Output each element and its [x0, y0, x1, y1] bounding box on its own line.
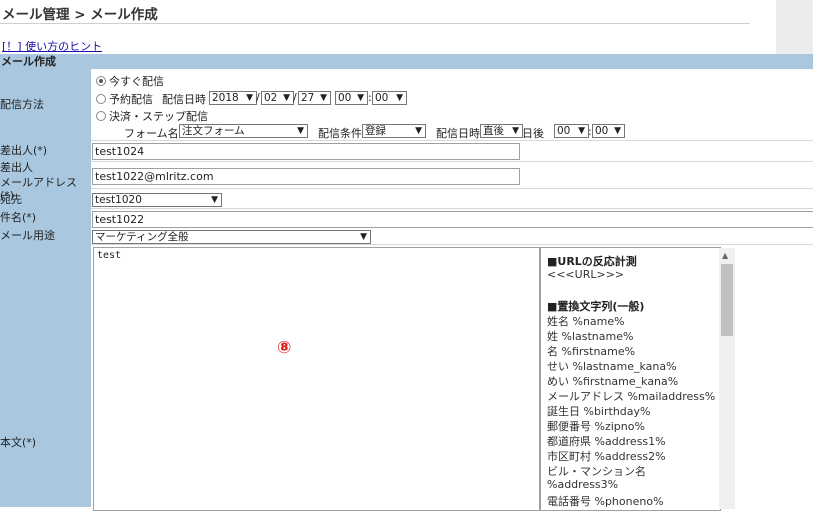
- scroll-thumb[interactable]: [721, 264, 733, 336]
- sender-label: 差出人(*): [0, 144, 48, 157]
- panel-line: ビル・マンション名: [547, 465, 646, 478]
- row-divider: [91, 208, 813, 209]
- radio-now[interactable]: [96, 76, 106, 86]
- panel-scrollbar[interactable]: ▲: [719, 248, 735, 509]
- recipient-label: 宛先: [0, 193, 22, 206]
- purpose-label: メール用途: [0, 229, 55, 242]
- date-separator: /: [293, 91, 297, 104]
- days-after-label: 日後: [522, 127, 544, 140]
- annotation-marker: ⑧: [277, 338, 292, 358]
- delivery-option-now-label: 今すぐ配信: [109, 75, 164, 88]
- usage-hint-link[interactable]: [！] 使い方のヒント: [2, 38, 102, 54]
- month-select-value: 02: [264, 92, 278, 104]
- minute-select-value: 00: [375, 92, 389, 104]
- panel-line: せい %lastname_kana%: [547, 360, 677, 373]
- day-select[interactable]: 27 ▼: [298, 91, 331, 105]
- chevron-down-icon: ▼: [512, 126, 519, 136]
- step-time-label: 配信日時: [436, 127, 480, 140]
- recipient-select-value: test1020: [95, 194, 142, 206]
- step-hour-select[interactable]: 00 ▼: [554, 124, 589, 138]
- body-label: 本文(*): [0, 436, 37, 449]
- panel-line: 姓 %lastname%: [547, 330, 634, 343]
- panel-line: めい %firstname_kana%: [547, 375, 679, 388]
- radio-step[interactable]: [96, 111, 106, 121]
- chevron-down-icon: ▼: [360, 232, 367, 242]
- year-select-value: 2018: [212, 92, 239, 104]
- hour-select-value: 00: [338, 92, 352, 104]
- chevron-down-icon: ▼: [320, 93, 327, 103]
- step-minute-select-value: 00: [595, 125, 609, 137]
- step-time-select[interactable]: 直後 ▼: [480, 124, 523, 138]
- condition-label: 配信条件: [318, 127, 362, 140]
- body-textarea[interactable]: test ⑧: [93, 247, 540, 511]
- subject-label: 件名(*): [0, 211, 37, 224]
- row-divider: [91, 244, 813, 245]
- delivery-option-scheduled-label: 予約配信: [109, 93, 153, 106]
- panel-line: 都道府県 %address1%: [547, 435, 666, 448]
- delivery-option-step[interactable]: 決済・ステップ配信: [96, 108, 208, 124]
- delivery-method-label: 配信方法: [0, 98, 44, 111]
- chevron-down-icon: ▼: [396, 93, 403, 103]
- chevron-down-icon: ▼: [297, 126, 304, 136]
- panel-heading: ■置換文字列(一般): [547, 300, 645, 313]
- right-gutter: [776, 0, 813, 54]
- step-hour-select-value: 00: [557, 125, 571, 137]
- day-select-value: 27: [301, 92, 315, 104]
- form-name-label: フォーム名: [124, 127, 179, 140]
- panel-line: 誕生日 %birthday%: [547, 405, 651, 418]
- section-header: メール作成: [0, 54, 813, 69]
- condition-select[interactable]: 登録 ▼: [362, 124, 426, 138]
- panel-line: %address3%: [547, 478, 619, 491]
- label-column: 配信方法 差出人(*) 差出人 メールアドレス(*) 宛先 件名(*) メール用…: [0, 69, 91, 507]
- panel-heading: ■URLの反応計測: [547, 255, 637, 268]
- chevron-down-icon: ▼: [357, 93, 364, 103]
- delivery-option-now[interactable]: 今すぐ配信: [96, 73, 164, 89]
- year-select[interactable]: 2018 ▼: [209, 91, 257, 105]
- panel-line: 市区町村 %address2%: [547, 450, 666, 463]
- delivery-option-scheduled[interactable]: 予約配信: [96, 91, 153, 107]
- row-divider: [91, 188, 813, 189]
- panel-line: <<<URL>>>: [547, 268, 625, 281]
- row-divider: [91, 161, 813, 162]
- scroll-up-arrow-icon[interactable]: ▲: [722, 251, 728, 260]
- title-divider: [0, 23, 750, 24]
- form-name-select-value: 注文フォーム: [182, 125, 245, 137]
- panel-line: メールアドレス %mailaddress%: [547, 390, 716, 403]
- section-title: メール作成: [1, 55, 56, 68]
- body-text: test: [97, 250, 122, 261]
- radio-scheduled[interactable]: [96, 94, 106, 104]
- chevron-down-icon: ▼: [283, 93, 290, 103]
- purpose-select-value: マーケティング全般: [95, 231, 189, 243]
- step-minute-select[interactable]: 00 ▼: [592, 124, 625, 138]
- delivery-option-step-label: 決済・ステップ配信: [109, 110, 208, 123]
- minute-select[interactable]: 00 ▼: [372, 91, 407, 105]
- chevron-down-icon: ▼: [246, 93, 253, 103]
- step-time-select-value: 直後: [483, 125, 504, 137]
- page-title: メール管理 > メール作成: [2, 7, 158, 23]
- panel-line: 郵便番号 %zipno%: [547, 420, 645, 433]
- chevron-down-icon: ▼: [211, 195, 218, 205]
- panel-line: 姓名 %name%: [547, 315, 625, 328]
- hour-select[interactable]: 00 ▼: [335, 91, 368, 105]
- chevron-down-icon: ▼: [578, 126, 585, 136]
- schedule-datetime-label: 配信日時: [162, 93, 206, 106]
- panel-line: 名 %firstname%: [547, 345, 636, 358]
- purpose-select[interactable]: マーケティング全般 ▼: [92, 230, 371, 244]
- sender-address-label-line1: 差出人: [0, 161, 33, 174]
- recipient-select[interactable]: test1020 ▼: [92, 193, 222, 207]
- form-name-select[interactable]: 注文フォーム ▼: [179, 124, 308, 138]
- chevron-down-icon: ▼: [415, 126, 422, 136]
- month-select[interactable]: 02 ▼: [261, 91, 294, 105]
- condition-select-value: 登録: [365, 125, 386, 137]
- subject-input[interactable]: test1022: [92, 211, 813, 228]
- date-separator: /: [256, 91, 260, 104]
- chevron-down-icon: ▼: [614, 126, 621, 136]
- sender-address-input[interactable]: test1022@mlritz.com: [92, 168, 520, 185]
- sender-input[interactable]: test1024: [92, 143, 520, 160]
- replacement-strings-panel[interactable]: ■URLの反応計測 <<<URL>>> ■置換文字列(一般) 姓名 %name% 姓 %…: [540, 247, 721, 511]
